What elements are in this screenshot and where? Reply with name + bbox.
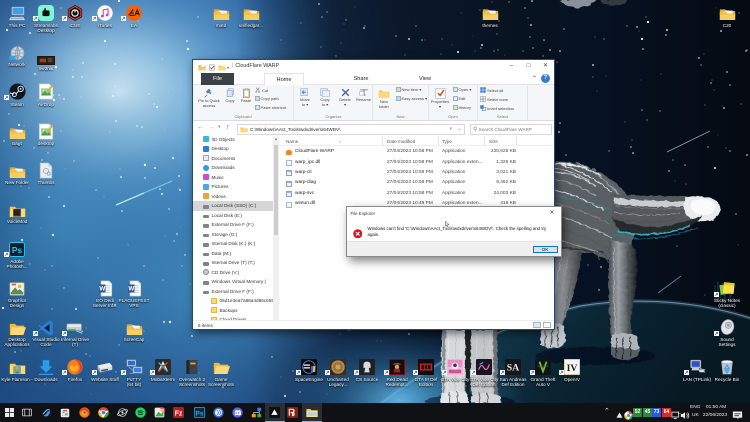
svg-text:W: W: [99, 285, 105, 292]
svg-text:Ps: Ps: [196, 410, 204, 417]
svg-text:Ps: Ps: [12, 245, 23, 255]
svg-text:IV: IV: [567, 363, 578, 374]
svg-text:Fz: Fz: [175, 410, 183, 417]
svg-text:W: W: [128, 285, 134, 292]
svg-text:SA: SA: [507, 363, 519, 374]
